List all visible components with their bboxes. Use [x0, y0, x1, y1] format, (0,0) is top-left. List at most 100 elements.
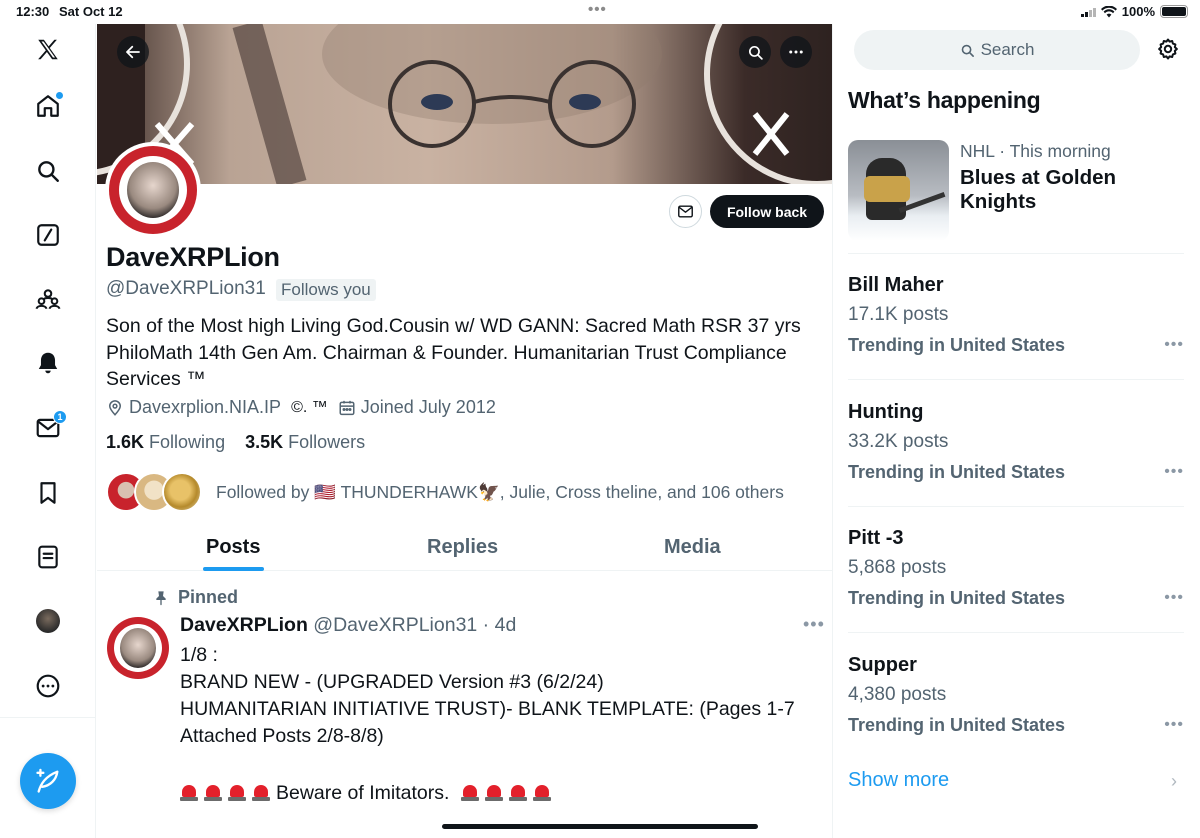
settings-gear-icon[interactable]	[1156, 37, 1180, 61]
follower-avatar	[162, 472, 202, 512]
siren-icon	[204, 783, 222, 801]
tweet-text: 1/8 : BRAND NEW - (UPGRADED Version #3 (…	[180, 642, 820, 807]
trend-name: Supper	[848, 654, 917, 676]
back-button[interactable]	[117, 36, 149, 68]
battery-percent: 100%	[1121, 4, 1155, 19]
pinned-text: Pinned	[178, 587, 239, 607]
divider	[848, 506, 1184, 507]
home-indicator[interactable]	[442, 824, 758, 829]
active-tab-indicator	[203, 567, 264, 571]
tab-replies[interactable]: Replies	[427, 536, 498, 559]
trend-thumbnail[interactable]	[848, 140, 949, 241]
trend-item[interactable]: Bill Maher 17.1K posts Trending in Unite…	[848, 274, 1184, 356]
pin-icon	[156, 590, 166, 605]
tweet-line: 1/8 :	[180, 644, 218, 666]
trend-more-icon[interactable]: •••	[1164, 336, 1184, 354]
trend-item[interactable]: Hunting 33.2K posts Trending in United S…	[848, 401, 1184, 483]
envelope-icon	[678, 205, 693, 218]
compose-post-button[interactable]	[20, 753, 76, 809]
featured-trend-title[interactable]: Blues at Golden Knights	[960, 166, 1180, 214]
messages-badge: 1	[53, 410, 67, 424]
profile-more-button[interactable]	[780, 36, 812, 68]
profile-avatar-icon[interactable]	[33, 606, 63, 636]
trend-posts: 17.1K posts	[848, 304, 949, 325]
trend-posts: 33.2K posts	[848, 431, 949, 452]
show-more-link[interactable]: Show more	[848, 769, 949, 792]
status-time: 12:30	[16, 4, 50, 19]
siren-icon	[252, 783, 270, 801]
tweet-author[interactable]: DaveXRPLion	[180, 614, 308, 636]
battery-icon	[1160, 5, 1188, 18]
status-bar: 12:30 Sat Oct 12 ••• 100%	[0, 0, 1200, 24]
trend-more-icon[interactable]: •••	[1164, 463, 1184, 481]
profile-handle: @DaveXRPLion31	[106, 278, 266, 299]
search-icon	[748, 45, 763, 60]
divider	[848, 253, 1184, 254]
followers-link[interactable]: 3.5K Followers	[245, 432, 365, 452]
chevron-right-icon: ›	[1171, 771, 1177, 791]
trend-location: Trending in United States	[848, 588, 1066, 608]
trend-location: Trending in United States	[848, 462, 1066, 482]
trend-more-icon[interactable]: •••	[1164, 589, 1184, 607]
lists-icon[interactable]	[33, 542, 63, 572]
profile-column: Follow back DaveXRPLion @DaveXRPLion31 F…	[97, 24, 833, 838]
following-count: 1.6K	[106, 432, 145, 452]
calendar-icon	[339, 400, 355, 415]
left-nav: 1	[0, 24, 96, 838]
followed-by-row[interactable]: Followed by 🇺🇸 THUNDERHAWK🦅, Julie, Cros…	[106, 472, 784, 512]
more-circle-icon[interactable]	[33, 671, 63, 701]
siren-icon	[532, 783, 551, 801]
trend-item[interactable]: Pitt -3 5,868 posts Trending in United S…	[848, 527, 1184, 609]
pinned-label: Pinned	[153, 587, 238, 608]
profile-avatar[interactable]	[105, 142, 201, 238]
profile-bio: Son of the Most high Living God.Cousin w…	[106, 315, 801, 390]
tweet-warning-text: Beware of Imitators.	[276, 782, 450, 804]
messages-envelope-icon[interactable]: 1	[33, 410, 67, 443]
trend-posts: 5,868 posts	[848, 557, 947, 578]
right-sidebar: Search What’s happening NHL · This morni…	[834, 24, 1200, 838]
multitask-dots-icon[interactable]: •••	[588, 1, 607, 18]
location-pin-icon	[108, 399, 122, 416]
trend-name: Pitt -3	[848, 527, 904, 549]
trend-posts: 4,380 posts	[848, 684, 947, 705]
siren-icon	[460, 783, 479, 801]
trend-item[interactable]: Supper 4,380 posts Trending in United St…	[848, 654, 1184, 736]
followed-by-text: Followed by 🇺🇸 THUNDERHAWK🦅, Julie, Cros…	[216, 481, 784, 502]
search-input[interactable]: Search	[854, 30, 1140, 70]
tweet-line: BRAND NEW - (UPGRADED Version #3 (6/2/24…	[180, 671, 604, 693]
profile-tabs: Posts Replies Media	[97, 524, 832, 571]
profile-name: DaveXRPLion	[106, 242, 280, 272]
siren-icon	[228, 783, 246, 801]
followers-label: Followers	[288, 432, 366, 452]
tweet-line: HUMANITARIAN INITIATIVE TRUST)- BLANK TE…	[180, 698, 795, 720]
tweet-more-icon[interactable]: •••	[803, 614, 825, 635]
trend-name: Hunting	[848, 401, 924, 423]
communities-icon[interactable]	[33, 284, 63, 314]
search-icon[interactable]	[33, 156, 63, 186]
profile-search-button[interactable]	[739, 36, 771, 68]
follows-you-badge: Follows you	[276, 279, 376, 301]
tweet-avatar[interactable]	[107, 617, 169, 679]
tab-posts[interactable]: Posts	[206, 536, 260, 559]
search-icon	[961, 44, 974, 57]
follow-back-button[interactable]: Follow back	[710, 195, 824, 228]
following-link[interactable]: 1.6K Following	[106, 432, 225, 452]
trend-more-icon[interactable]: •••	[1164, 716, 1184, 734]
profile-joined: Joined July 2012	[360, 397, 496, 417]
home-icon[interactable]	[33, 91, 63, 121]
bookmarks-icon[interactable]	[33, 478, 63, 508]
featured-time: · This morning	[994, 141, 1111, 161]
grok-icon[interactable]	[33, 220, 63, 250]
following-label: Following	[149, 432, 226, 452]
tab-media[interactable]: Media	[664, 536, 721, 559]
x-logo-icon[interactable]	[33, 35, 63, 65]
trend-location: Trending in United States	[848, 335, 1066, 355]
whats-happening-title: What’s happening	[848, 87, 1041, 113]
message-user-button[interactable]	[669, 195, 702, 228]
profile-counts: 1.6K Following 3.5K Followers	[106, 432, 365, 453]
notifications-bell-icon[interactable]	[33, 348, 63, 378]
search-placeholder: Search	[980, 40, 1035, 59]
siren-icon	[508, 783, 527, 801]
tweet-line	[180, 750, 820, 777]
featured-trend-meta: NHL · This morning	[960, 141, 1111, 162]
